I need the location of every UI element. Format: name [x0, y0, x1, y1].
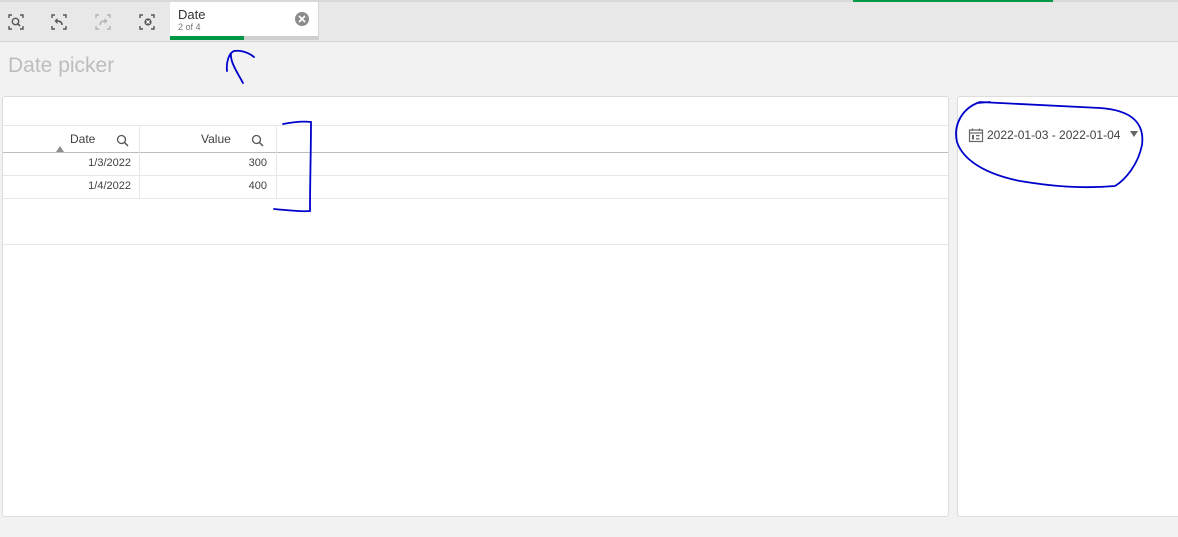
date-picker-object: 2022-01-03 - 2022-01-04	[957, 96, 1178, 517]
step-forward-button[interactable]	[92, 11, 114, 33]
close-icon	[298, 15, 306, 23]
sheet-title: Date picker	[8, 54, 115, 77]
table-cell-value: 400	[248, 180, 267, 192]
header-bottom-divider	[3, 152, 948, 153]
header-top-divider	[3, 125, 948, 126]
column-header-value[interactable]: Value	[201, 132, 231, 146]
step-back-button[interactable]	[48, 11, 70, 33]
search-icon[interactable]	[251, 134, 264, 147]
column-divider	[139, 125, 140, 198]
step-back-icon	[51, 14, 67, 30]
row-divider	[3, 198, 948, 199]
chip-title: Date	[178, 7, 206, 22]
sort-ascending-icon	[56, 146, 64, 152]
table-object[interactable]: Date Value 1/3/2022 300 1/4/2022 400	[2, 96, 949, 517]
row-divider	[3, 175, 948, 176]
calendar-icon	[968, 128, 984, 143]
chevron-down-icon	[1130, 131, 1139, 137]
chip-subtitle: 2 of 4	[178, 22, 201, 32]
selection-progress-track	[170, 36, 318, 40]
table-cell-value: 300	[248, 157, 267, 169]
annotation-arrow	[225, 49, 255, 84]
smart-search-tool[interactable]	[5, 11, 27, 33]
selection-progress-fill	[170, 36, 244, 40]
clear-all-icon	[139, 14, 155, 30]
smart-search-icon	[8, 14, 24, 30]
column-header-date[interactable]: Date	[70, 132, 95, 146]
date-range-value: 2022-01-03 - 2022-01-04	[987, 128, 1121, 142]
step-forward-icon	[95, 14, 111, 30]
search-icon[interactable]	[116, 134, 129, 147]
clear-selection-button[interactable]	[295, 12, 309, 26]
selection-chip-date[interactable]: Date 2 of 4	[170, 2, 319, 40]
column-divider	[276, 125, 277, 198]
table-cell-date: 1/3/2022	[88, 157, 131, 169]
table-cell-date: 1/4/2022	[88, 180, 131, 192]
clear-all-button[interactable]	[136, 11, 158, 33]
table-bottom-divider	[3, 244, 948, 245]
date-range-dropdown[interactable]: 2022-01-03 - 2022-01-04	[968, 125, 1146, 145]
